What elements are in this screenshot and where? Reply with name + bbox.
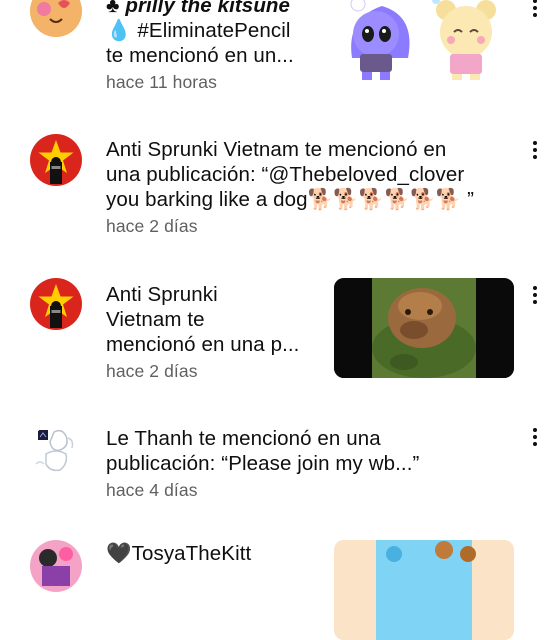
video-thumbnail[interactable]: [336, 0, 514, 88]
cartoon-thumbnail-image: [334, 540, 514, 640]
cartoon-characters-image: [336, 0, 514, 88]
avatar[interactable]: [30, 278, 82, 330]
sketch-avatar-image: [30, 424, 82, 476]
timestamp: hace 4 días: [106, 480, 198, 500]
dot: [533, 0, 537, 3]
black-heart-icon: 🖤: [106, 542, 132, 565]
video-frame-image: [334, 278, 514, 378]
avatar[interactable]: [30, 134, 82, 186]
dot: [533, 300, 537, 304]
timestamp: hace 11 horas: [106, 72, 217, 92]
video-thumbnail[interactable]: [334, 278, 514, 378]
notification-text: Anti Sprunki Vietnam te mencionó en: [106, 138, 447, 161]
notification-text: #EliminatePencil: [137, 19, 291, 42]
avatar[interactable]: [30, 0, 82, 37]
notification-text: mencionó en una p...: [106, 333, 300, 356]
dot: [533, 435, 537, 439]
notification-text: una publicación: “@Thebeloved_clover: [106, 163, 465, 186]
notification-text: Le Thanh te mencionó en una: [106, 427, 381, 450]
notification-title: TosyaTheKitt: [131, 542, 252, 565]
dot: [533, 442, 537, 446]
dot: [533, 148, 537, 152]
vietnam-flag-avatar-image: [30, 134, 82, 186]
notification-text: te mencionó en un...: [106, 44, 294, 67]
more-options-button[interactable]: [528, 0, 542, 21]
timestamp: hace 2 días: [106, 361, 198, 381]
notification-text: Anti Sprunki: [106, 283, 218, 306]
notification-text: Vietnam te: [106, 308, 205, 331]
dot: [533, 141, 537, 145]
notification-title: prilly the kitsune: [125, 0, 291, 17]
avatar[interactable]: [30, 540, 82, 592]
avatar-cartoon-image: [30, 0, 82, 37]
more-options-button[interactable]: [528, 424, 542, 450]
droplet-icon: 💧: [106, 19, 132, 42]
dot: [533, 286, 537, 290]
video-thumbnail[interactable]: [334, 540, 514, 640]
notification-text: publicación: “Please join my wb...”: [106, 452, 420, 475]
dot: [533, 155, 537, 159]
avatar[interactable]: [30, 424, 82, 476]
dot: [533, 13, 537, 17]
club-icon: ♣: [106, 0, 120, 17]
more-options-button[interactable]: [528, 282, 542, 308]
notification-text: you barking like a dog🐕🐕🐕🐕🐕🐕 ”: [106, 188, 475, 211]
avatar-pink-image: [30, 540, 82, 592]
vietnam-flag-avatar-image: [30, 278, 82, 330]
dot: [533, 6, 537, 10]
more-options-button[interactable]: [528, 137, 542, 163]
dot: [533, 428, 537, 432]
dot: [533, 293, 537, 297]
timestamp: hace 2 días: [106, 216, 198, 236]
